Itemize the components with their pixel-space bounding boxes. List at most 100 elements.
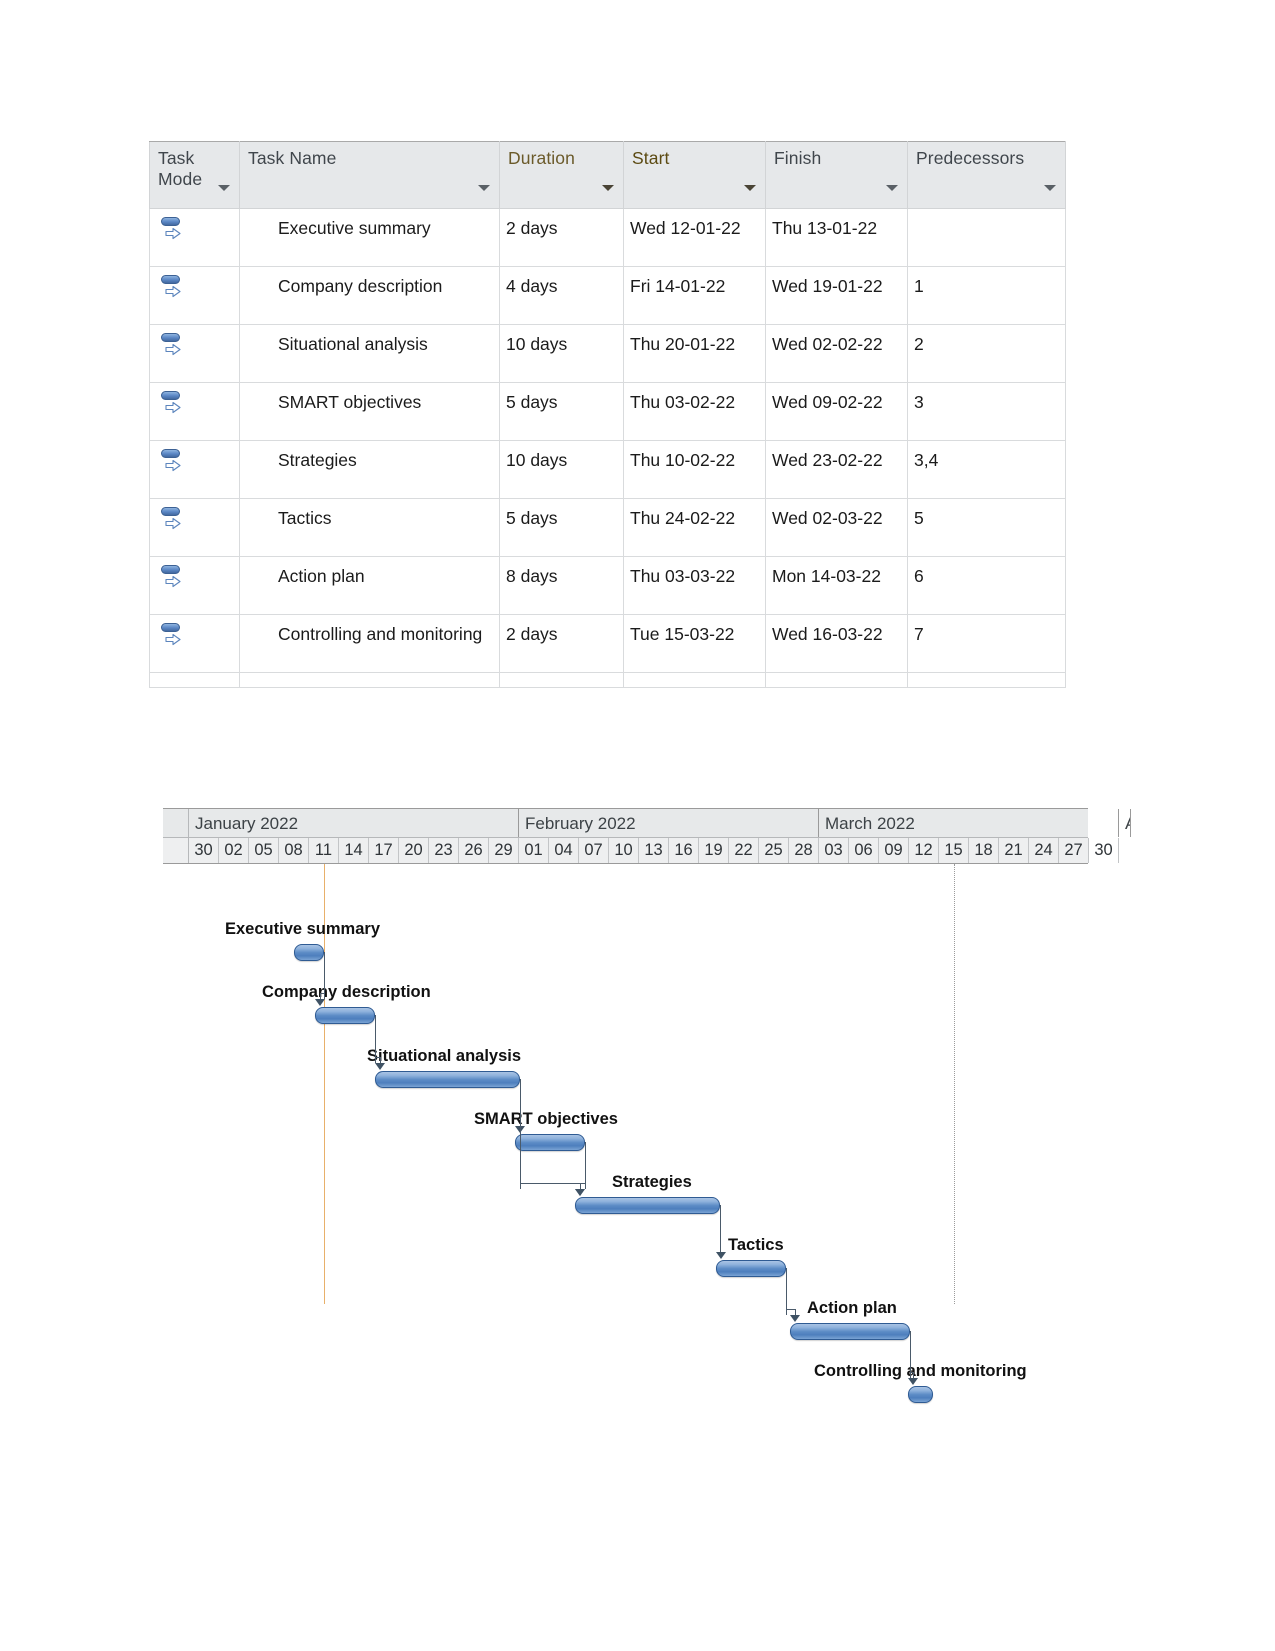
table-row[interactable]: Tactics 5 days Thu 24-02-22 Wed 02-03-22 5	[149, 498, 1066, 557]
task-table: Task Mode Task Name Duration Start Finis…	[149, 141, 1066, 688]
column-header-task-name[interactable]: Task Name	[239, 141, 500, 209]
cell-start[interactable]: Thu 10-02-22	[623, 440, 766, 499]
timeline-day-tick: 05	[249, 838, 279, 863]
table-row[interactable]: SMART objectives 5 days Thu 03-02-22 Wed 09…	[149, 382, 1066, 441]
cell-finish[interactable]: Wed 23-02-22	[765, 440, 908, 499]
gantt-bar[interactable]	[908, 1386, 933, 1403]
timeline-day-tick: 29	[489, 838, 519, 863]
cell-predecessors[interactable]: 5	[907, 498, 1066, 557]
cell-predecessors[interactable]: 3,4	[907, 440, 1066, 499]
cell-finish[interactable]: Wed 19-01-22	[765, 266, 908, 325]
timeline-month-label: A	[1119, 809, 1131, 837]
cell-task-mode[interactable]	[149, 382, 240, 441]
filter-arrow-icon[interactable]	[602, 185, 614, 191]
cell-start[interactable]: Fri 14-01-22	[623, 266, 766, 325]
cell-predecessors[interactable]: 7	[907, 614, 1066, 673]
gantt-link-segment	[375, 1015, 376, 1063]
cell-finish-text: Wed 09-02-22	[772, 392, 883, 412]
cell-task-name[interactable]: Strategies	[239, 440, 500, 499]
cell-task-mode[interactable]	[149, 324, 240, 383]
gantt-bar[interactable]	[375, 1071, 520, 1088]
cell-start-text: Fri 14-01-22	[630, 276, 726, 296]
timeline-day-tick: 08	[279, 838, 309, 863]
cell-task-name[interactable]: Controlling and monitoring	[239, 614, 500, 673]
column-header-predecessors[interactable]: Predecessors	[907, 141, 1066, 209]
cell-task-name[interactable]: Action plan	[239, 556, 500, 615]
column-header-label: Predecessors	[916, 148, 1025, 168]
cell-finish-text: Wed 02-03-22	[772, 508, 883, 528]
timeline-day-tick: 03	[819, 838, 849, 863]
cell-start[interactable]: Thu 24-02-22	[623, 498, 766, 557]
cell-finish[interactable]: Thu 13-01-22	[765, 208, 908, 267]
cell-task-mode[interactable]	[149, 208, 240, 267]
cell-duration[interactable]: 5 days	[499, 382, 624, 441]
cell-task-name[interactable]: Tactics	[239, 498, 500, 557]
column-header-start[interactable]: Start	[623, 141, 766, 209]
cell-task-name[interactable]: Executive summary	[239, 208, 500, 267]
cell-start[interactable]: Tue 15-03-22	[623, 614, 766, 673]
cell-task-name-text: Tactics	[278, 508, 332, 528]
manually-scheduled-icon	[160, 274, 186, 300]
table-row[interactable]: Executive summary 2 days Wed 12-01-22 Thu 1…	[149, 208, 1066, 267]
cell-finish[interactable]: Wed 02-03-22	[765, 498, 908, 557]
filter-arrow-icon[interactable]	[886, 185, 898, 191]
filter-arrow-icon[interactable]	[1044, 185, 1056, 191]
cell-duration-text: 2 days	[506, 624, 558, 644]
table-row[interactable]: Situational analysis 10 days Thu 20-01-22 W…	[149, 324, 1066, 383]
cell-predecessors[interactable]: 3	[907, 382, 1066, 441]
table-row[interactable]: Action plan 8 days Thu 03-03-22 Mon 14-03-2…	[149, 556, 1066, 615]
column-header-finish[interactable]: Finish	[765, 141, 908, 209]
gantt-bar[interactable]	[294, 944, 324, 961]
cell-start[interactable]: Thu 03-02-22	[623, 382, 766, 441]
timeline-day-tick: 10	[609, 838, 639, 863]
cell-predecessors[interactable]: 2	[907, 324, 1066, 383]
cell-duration[interactable]: 10 days	[499, 440, 624, 499]
cell-predecessors[interactable]	[907, 208, 1066, 267]
gantt-bar[interactable]	[790, 1323, 910, 1340]
column-header-duration[interactable]: Duration	[499, 141, 624, 209]
cell-task-name[interactable]: Company description	[239, 266, 500, 325]
cell-task-name[interactable]: SMART objectives	[239, 382, 500, 441]
table-row[interactable]: Controlling and monitoring 2 days Tue 15-0…	[149, 614, 1066, 673]
cell-predecessors[interactable]: 1	[907, 266, 1066, 325]
cell-task-mode[interactable]	[149, 498, 240, 557]
cell-task-mode[interactable]	[149, 614, 240, 673]
cell-finish[interactable]: Wed 16-03-22	[765, 614, 908, 673]
timeline-day-tick: 19	[699, 838, 729, 863]
cell-duration[interactable]: 4 days	[499, 266, 624, 325]
cell-task-mode[interactable]	[149, 440, 240, 499]
cell-finish-text: Wed 23-02-22	[772, 450, 883, 470]
gantt-bar[interactable]	[315, 1007, 375, 1024]
table-row[interactable]: Company description 4 days Fri 14-01-22 Wed…	[149, 266, 1066, 325]
table-row[interactable]: Strategies 10 days Thu 10-02-22 Wed 23-02-2…	[149, 440, 1066, 499]
cell-duration[interactable]: 10 days	[499, 324, 624, 383]
gantt-bar[interactable]	[575, 1197, 720, 1214]
column-header-task-mode[interactable]: Task Mode	[149, 141, 240, 209]
filter-arrow-icon[interactable]	[218, 185, 230, 191]
cell-start-text: Wed 12-01-22	[630, 218, 741, 238]
cell-duration[interactable]: 2 days	[499, 614, 624, 673]
cell-duration[interactable]: 8 days	[499, 556, 624, 615]
cell-start[interactable]: Thu 20-01-22	[623, 324, 766, 383]
cell-finish[interactable]: Mon 14-03-22	[765, 556, 908, 615]
filter-arrow-icon[interactable]	[478, 185, 490, 191]
cell-start[interactable]: Thu 03-03-22	[623, 556, 766, 615]
cell-task-name[interactable]: Situational analysis	[239, 324, 500, 383]
cell-finish-text: Wed 16-03-22	[772, 624, 883, 644]
cell-task-mode[interactable]	[149, 556, 240, 615]
timeline-day-tick: 21	[999, 838, 1029, 863]
cell-duration[interactable]: 2 days	[499, 208, 624, 267]
timeline-day-tick: 28	[789, 838, 819, 863]
cell-finish[interactable]: Wed 09-02-22	[765, 382, 908, 441]
cell-duration[interactable]: 5 days	[499, 498, 624, 557]
cell-start[interactable]: Wed 12-01-22	[623, 208, 766, 267]
gantt-plot-area: Executive summary Company description Situ…	[163, 864, 1088, 1403]
gantt-bar-label: Strategies	[612, 1173, 692, 1191]
gantt-bar[interactable]	[716, 1260, 786, 1277]
cell-predecessors[interactable]: 6	[907, 556, 1066, 615]
cell-finish[interactable]: Wed 02-02-22	[765, 324, 908, 383]
cell-task-mode[interactable]	[149, 266, 240, 325]
filter-arrow-icon[interactable]	[744, 185, 756, 191]
gantt-link-arrowhead	[790, 1315, 800, 1322]
gantt-bar[interactable]	[515, 1134, 585, 1151]
